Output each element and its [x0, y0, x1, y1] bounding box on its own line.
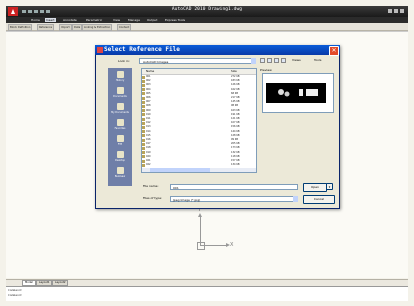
command-prompt[interactable]: Command: — [8, 293, 22, 297]
image-file-icon — [142, 134, 145, 138]
image-file-icon — [142, 163, 145, 167]
place-ftp[interactable]: FTP — [109, 135, 131, 146]
back-icon[interactable] — [260, 58, 265, 63]
image-file-icon — [142, 130, 145, 134]
ftp-icon — [116, 135, 124, 142]
delete-icon[interactable] — [274, 58, 279, 63]
history-icon — [116, 71, 124, 78]
image-file-icon — [142, 142, 145, 146]
look-in-dropdown[interactable]: AutoCAD Images — [139, 58, 256, 64]
command-window[interactable] — [6, 286, 408, 301]
file-name-label: File name: — [143, 184, 159, 188]
place-buzzsaw[interactable]: Buzzsaw — [109, 167, 131, 178]
tools-menu[interactable]: Tools — [314, 58, 321, 63]
image-file-icon — [142, 155, 145, 159]
column-size[interactable]: Size — [231, 69, 237, 74]
dialog-title: Select Reference File — [104, 46, 180, 53]
image-file-icon — [142, 113, 145, 117]
cancel-button[interactable]: Cancel — [303, 195, 335, 204]
views-menu[interactable]: Views — [292, 58, 301, 63]
chevron-down-icon[interactable] — [251, 58, 256, 64]
place-favorites[interactable]: Favorites — [109, 119, 131, 130]
image-file-icon — [142, 121, 145, 125]
dialog-app-icon — [97, 47, 103, 53]
panel-data[interactable]: Data — [72, 24, 83, 31]
panel-linking-extraction[interactable]: Linking & Extraction — [82, 24, 113, 31]
image-file-icon — [142, 88, 145, 92]
open-options-dropdown[interactable]: ▾ — [326, 183, 333, 190]
look-in-label: Look in: — [118, 59, 130, 63]
file-size-cell: 134 KB — [231, 163, 240, 167]
ucs-x-label: X — [230, 242, 234, 248]
tab-home[interactable]: Home — [30, 18, 41, 22]
new-folder-icon[interactable] — [281, 58, 286, 63]
place-my-documents[interactable]: My Documents — [109, 103, 131, 114]
image-file-icon — [142, 100, 145, 104]
up-folder-icon[interactable] — [267, 58, 272, 63]
preview-image — [266, 83, 326, 103]
documents-icon — [116, 87, 124, 94]
image-file-icon — [142, 126, 145, 129]
image-file-icon — [142, 117, 145, 121]
dialog-close-button[interactable]: ✕ — [329, 46, 339, 56]
image-file-icon — [142, 138, 145, 142]
image-file-icon — [142, 105, 145, 108]
image-file-icon — [142, 151, 145, 155]
image-file-icon — [142, 79, 145, 83]
tab-parametric[interactable]: Parametric — [85, 18, 103, 22]
image-file-icon — [142, 92, 145, 96]
image-file-icon — [142, 96, 145, 100]
buzzsaw-icon — [116, 167, 124, 174]
favorites-icon — [116, 119, 124, 126]
image-file-icon — [142, 109, 145, 113]
desktop-icon — [116, 151, 124, 158]
preview-label: Preview — [260, 68, 272, 72]
tab-view[interactable]: View — [112, 18, 121, 22]
file-name-cell[interactable]: 022 — [146, 163, 151, 167]
app-title: AutoCAD 2010 Drawing1.dwg — [171, 7, 243, 12]
image-file-icon — [142, 75, 145, 79]
column-name[interactable]: Name — [146, 69, 154, 74]
tab-express-tools[interactable]: Express Tools — [164, 18, 186, 22]
panel-content[interactable]: Content — [117, 24, 132, 31]
maximize-icon[interactable] — [394, 9, 398, 13]
ucs-y-arrow-icon — [198, 213, 202, 217]
panel-block-definition[interactable]: Block Definition — [8, 24, 33, 31]
place-desktop[interactable]: Desktop — [109, 151, 131, 162]
tab-output[interactable]: Output — [146, 18, 158, 22]
file-type-dropdown[interactable]: Jpeg Image (*.jpg) — [170, 196, 298, 202]
place-documents[interactable]: Documents — [109, 87, 131, 98]
tab-insert[interactable]: Insert — [45, 18, 56, 22]
tab-annotate[interactable]: Annotate — [62, 18, 78, 22]
ucs-origin-icon — [197, 242, 205, 250]
my-documents-icon — [116, 103, 124, 110]
panel-import[interactable]: Import — [59, 24, 72, 31]
image-file-icon — [142, 147, 145, 150]
open-button[interactable]: Open — [303, 183, 327, 192]
file-name-input[interactable]: 001 — [170, 184, 298, 190]
file-type-label: Files of type: — [143, 196, 163, 200]
minimize-icon[interactable] — [388, 9, 392, 13]
scrollbar-thumb[interactable] — [150, 168, 210, 172]
close-window-icon[interactable] — [400, 9, 404, 13]
chevron-down-icon[interactable] — [293, 196, 298, 202]
ucs-y-axis — [200, 215, 201, 245]
place-history[interactable]: History — [109, 71, 131, 82]
command-history-line: Command: — [8, 288, 23, 292]
panel-reference[interactable]: Reference — [37, 24, 55, 31]
tab-manage[interactable]: Manage — [127, 18, 141, 22]
image-file-icon — [142, 159, 145, 163]
image-file-icon — [142, 84, 145, 87]
